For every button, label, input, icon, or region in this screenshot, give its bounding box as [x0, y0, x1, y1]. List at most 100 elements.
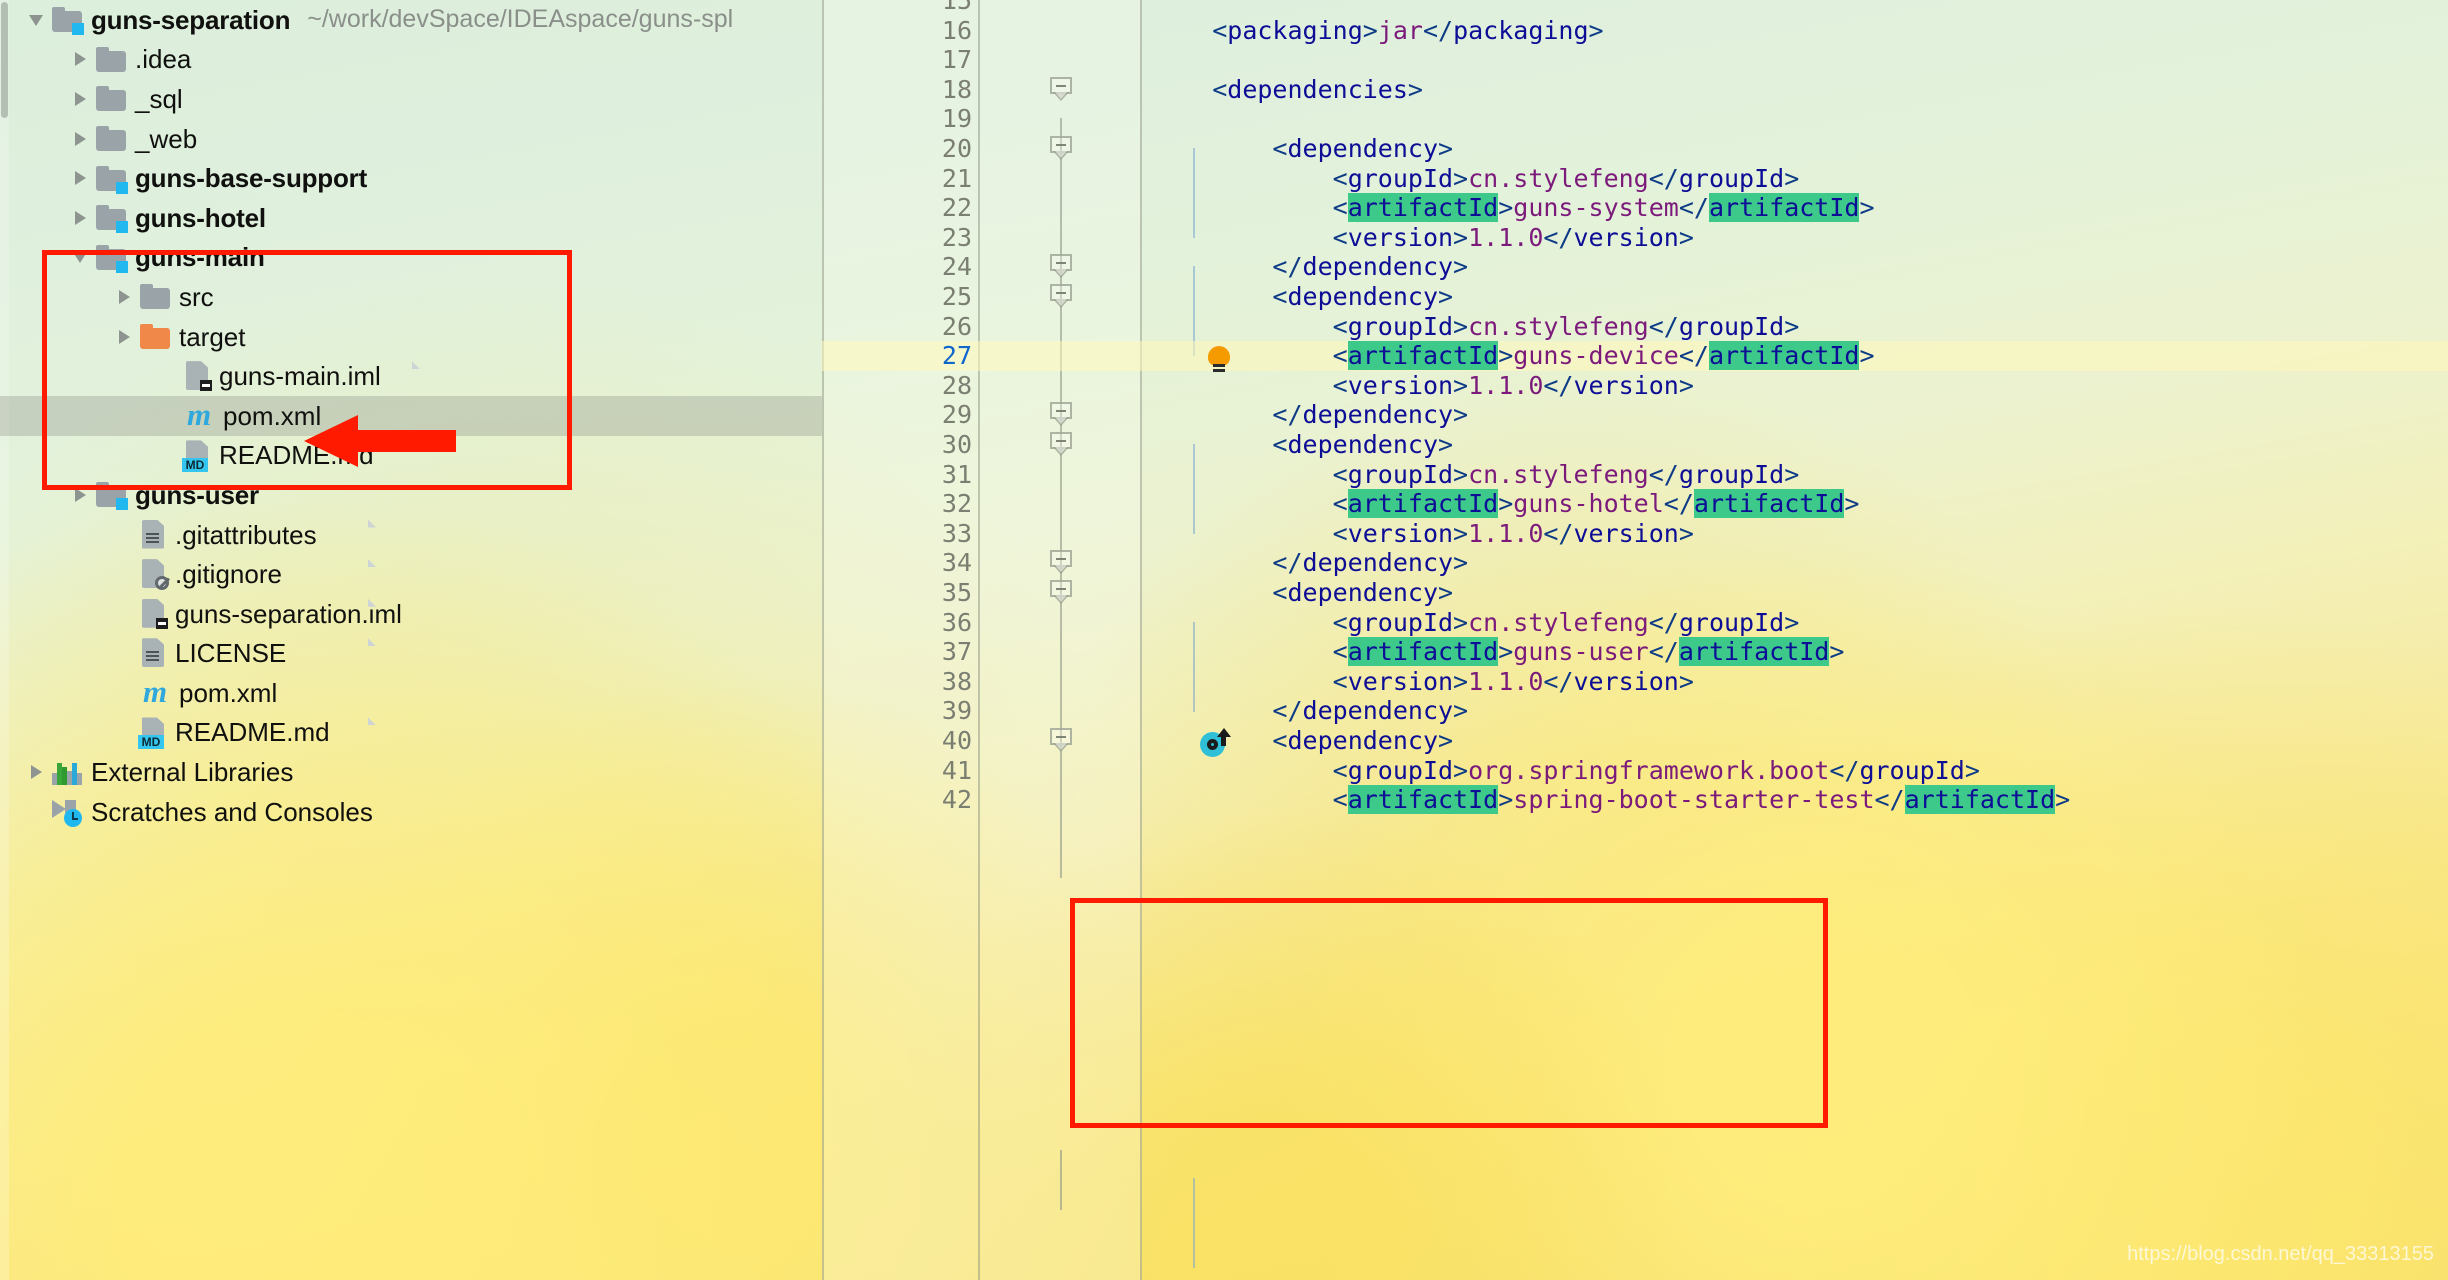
chevron-right-icon[interactable] [68, 165, 94, 191]
line-number: 32 [941, 489, 972, 519]
tree-item[interactable]: Scratches and Consoles [0, 792, 822, 832]
line-number: 21 [941, 163, 972, 193]
fold-minus-icon[interactable] [1050, 430, 1074, 456]
tree-item[interactable]: guns-separation ~/work/devSpace/IDEAspace… [0, 0, 822, 40]
fold-minus-icon[interactable] [1050, 400, 1074, 427]
code-text: <artifactId>guns-device</artifactId> [1332, 341, 1875, 371]
chevron-right-icon[interactable] [68, 86, 94, 112]
code-line[interactable]: 35 <dependency> [822, 578, 2448, 608]
code-text: <artifactId>guns-system</artifactId> [1332, 193, 1875, 223]
chevron-right-icon[interactable] [112, 284, 138, 310]
line-number: 41 [941, 755, 972, 785]
chevron-right-icon[interactable] [68, 126, 94, 152]
code-line[interactable]: 39 </dependency> [822, 696, 2448, 726]
tree-item[interactable]: guns-main [0, 238, 822, 278]
tree-item-label: .idea [135, 44, 192, 75]
code-line[interactable]: 19 [822, 104, 2448, 134]
code-line[interactable]: 33 <version>1.1.0</version> [822, 519, 2448, 549]
tree-item[interactable]: m pom.xml [0, 673, 822, 713]
code-line[interactable]: 41 <groupId>org.springframework.boot</gr… [822, 756, 2448, 786]
chevron-right-icon[interactable] [68, 205, 94, 231]
tree-item[interactable]: guns-separation.iml [0, 594, 822, 634]
line-number: 15 [941, 0, 972, 15]
fold-minus-icon[interactable] [1050, 578, 1074, 604]
tree-item[interactable]: MD README.md [0, 713, 822, 753]
code-line[interactable]: 31 <groupId>cn.stylefeng</groupId> [822, 460, 2448, 490]
fold-minus-icon[interactable] [1050, 134, 1074, 160]
ide-window: guns-separation ~/work/devSpace/IDEAspace… [0, 0, 2448, 1280]
tree-item[interactable]: LICENSE [0, 634, 822, 674]
code-text: <dependency> [1272, 282, 1454, 311]
code-line[interactable]: 24 </dependency> [822, 252, 2448, 282]
tree-item[interactable]: target [0, 317, 822, 357]
tree-item-label: .gitignore [175, 559, 282, 590]
code-line[interactable]: 30 <dependency> [822, 430, 2448, 460]
code-editor[interactable]: 15 16 <packaging>jar</packaging> 17 18 <dep… [822, 0, 2448, 1280]
code-line[interactable]: 26 <groupId>cn.stylefeng</groupId> [822, 312, 2448, 342]
chevron-down-icon[interactable] [24, 7, 50, 33]
code-line[interactable]: 29 </dependency> [822, 400, 2448, 430]
code-line[interactable]: 40 <dependency> [822, 726, 2448, 757]
code-line[interactable]: 38 <version>1.1.0</version> [822, 667, 2448, 697]
chevron-right-icon[interactable] [112, 324, 138, 350]
text-file-icon [140, 638, 376, 668]
tree-item-label: src [179, 281, 214, 312]
code-line[interactable]: 15 [822, 0, 2448, 16]
fold-minus-icon[interactable] [1050, 252, 1074, 279]
code-line[interactable]: 25 <dependency> [822, 282, 2448, 312]
code-line[interactable]: 20 <dependency> [822, 134, 2448, 164]
line-number: 26 [941, 311, 972, 341]
line-number: 33 [941, 518, 972, 548]
tree-item[interactable]: guns-base-support [0, 158, 822, 198]
fold-minus-icon[interactable] [1050, 282, 1074, 308]
code-line[interactable]: 18 <dependencies> [822, 75, 2448, 105]
chevron-right-icon[interactable] [68, 46, 94, 72]
tree-item[interactable]: _web [0, 119, 822, 159]
maven-file-icon: m [186, 396, 212, 432]
line-number: 30 [941, 430, 972, 459]
code-line[interactable]: 17 [822, 45, 2448, 75]
fold-minus-icon[interactable] [1050, 548, 1074, 575]
project-path: ~/work/devSpace/IDEAspace/guns-spl [307, 5, 734, 34]
tree-item[interactable]: guns-user [0, 475, 822, 515]
code-line[interactable]: 32 <artifactId>guns-hotel</artifactId> [822, 489, 2448, 519]
code-line[interactable]: 22 <artifactId>guns-system</artifactId> [822, 193, 2448, 223]
code-line[interactable]: 21 <groupId>cn.stylefeng</groupId> [822, 164, 2448, 194]
chevron-down-icon[interactable] [68, 244, 94, 270]
code-text: </dependency> [1272, 548, 1469, 578]
code-line[interactable]: 28 <version>1.1.0</version> [822, 371, 2448, 401]
tree-item[interactable]: guns-hotel [0, 198, 822, 238]
project-tool-window[interactable]: guns-separation ~/work/devSpace/IDEAspace… [0, 0, 822, 1280]
tree-item[interactable]: guns-main.iml [0, 356, 822, 396]
tree-item[interactable]: .gitignore [0, 554, 822, 594]
code-line[interactable]: 37 <artifactId>guns-user</artifactId> [822, 637, 2448, 667]
code-text: <version>1.1.0</version> [1332, 222, 1694, 252]
tree-item[interactable]: .idea [0, 40, 822, 80]
maven-file-icon: m [142, 673, 168, 709]
code-line[interactable]: 36 <groupId>cn.stylefeng</groupId> [822, 608, 2448, 638]
chevron-right-icon[interactable] [68, 482, 94, 508]
code-text: <dependency> [1272, 578, 1454, 607]
folder-excluded-icon [140, 324, 170, 350]
line-number: 37 [941, 637, 972, 667]
tree-item[interactable]: External Libraries [0, 752, 822, 792]
line-number: 22 [941, 193, 972, 223]
line-number: 36 [941, 607, 972, 637]
code-line[interactable]: 16 <packaging>jar</packaging> [822, 16, 2448, 46]
tree-item[interactable]: src [0, 277, 822, 317]
tree-item[interactable]: _sql [0, 79, 822, 119]
chevron-right-icon[interactable] [24, 759, 50, 785]
fold-minus-icon[interactable] [1050, 726, 1074, 752]
code-line[interactable]: 42 <artifactId>spring-boot-starter-test<… [822, 785, 2448, 815]
libraries-icon [52, 759, 82, 786]
fold-minus-icon[interactable] [1050, 75, 1074, 101]
code-line[interactable]: 34 </dependency> [822, 548, 2448, 578]
code-line[interactable]: 23 <version>1.1.0</version> [822, 223, 2448, 253]
code-line-current[interactable]: 27 <artifactId>guns-device</artifactId> [822, 341, 2448, 373]
tree-item-label: guns-hotel [135, 202, 266, 233]
code-text: <version>1.1.0</version> [1332, 370, 1694, 400]
tree-item[interactable]: .gitattributes [0, 515, 822, 555]
